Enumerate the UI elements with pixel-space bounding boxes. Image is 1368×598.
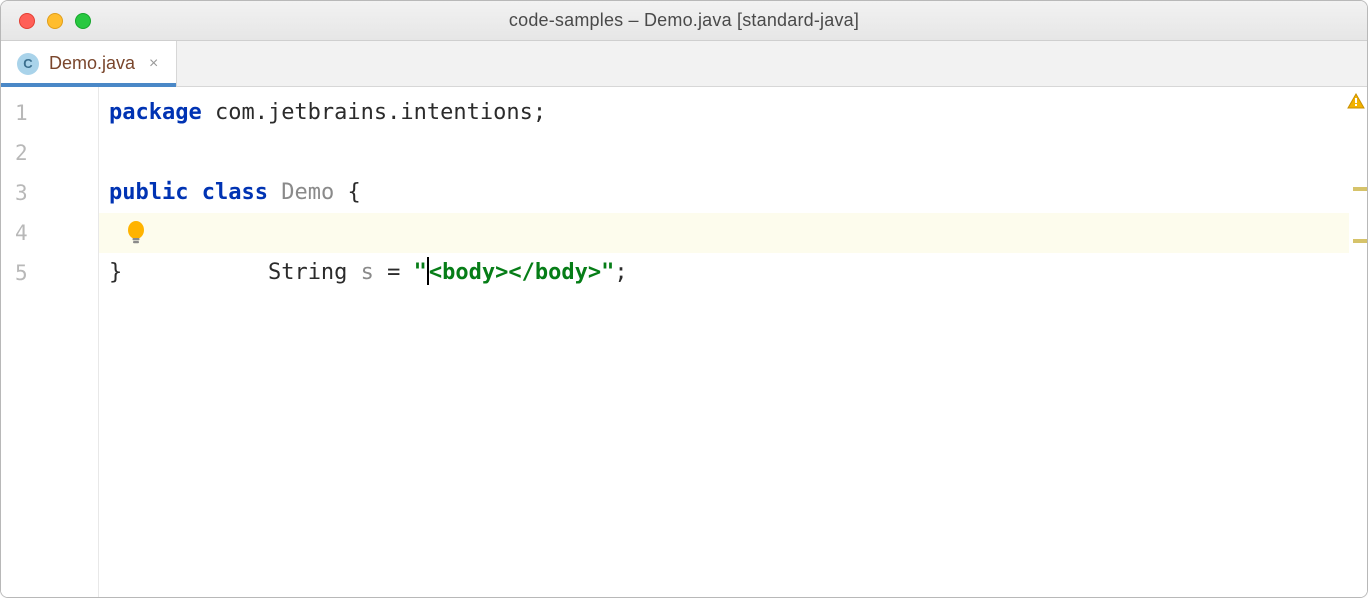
line-number[interactable]: 4 bbox=[1, 213, 98, 253]
warning-stripe[interactable] bbox=[1353, 187, 1367, 191]
code-line[interactable]: public class Demo { bbox=[99, 173, 1349, 213]
tab-label: Demo.java bbox=[49, 53, 135, 74]
code-line[interactable]: } bbox=[99, 253, 1349, 293]
warning-indicator-icon[interactable] bbox=[1347, 93, 1365, 109]
code-line-current[interactable]: String s = "<body></body>"; bbox=[99, 213, 1349, 253]
editor-tab-bar: C Demo.java × bbox=[1, 41, 1367, 87]
editor-area: 1 2 3 4 5 package com.jetbrains.intentio… bbox=[1, 87, 1367, 597]
warning-stripe[interactable] bbox=[1353, 239, 1367, 243]
line-number[interactable]: 5 bbox=[1, 253, 98, 293]
line-number[interactable]: 1 bbox=[1, 93, 98, 133]
keyword-package: package bbox=[109, 100, 202, 125]
class-name: Demo bbox=[268, 180, 334, 205]
code-editor[interactable]: package com.jetbrains.intentions; public… bbox=[99, 87, 1349, 597]
ide-window: code-samples – Demo.java [standard-java]… bbox=[0, 0, 1368, 598]
titlebar: code-samples – Demo.java [standard-java] bbox=[1, 1, 1367, 41]
line-number[interactable]: 2 bbox=[1, 133, 98, 173]
zoom-window-button[interactable] bbox=[75, 13, 91, 29]
minimize-window-button[interactable] bbox=[47, 13, 63, 29]
line-number[interactable]: 3 bbox=[1, 173, 98, 213]
window-controls bbox=[19, 13, 91, 29]
tab-demo-java[interactable]: C Demo.java × bbox=[1, 41, 177, 86]
java-class-icon: C bbox=[17, 53, 39, 75]
code-line[interactable] bbox=[99, 133, 1349, 173]
window-title: code-samples – Demo.java [standard-java] bbox=[1, 10, 1367, 31]
close-window-button[interactable] bbox=[19, 13, 35, 29]
error-stripe[interactable] bbox=[1349, 87, 1367, 597]
package-path: com.jetbrains.intentions bbox=[202, 100, 533, 125]
close-brace: } bbox=[109, 260, 122, 285]
open-brace: { bbox=[334, 180, 361, 205]
close-tab-button[interactable]: × bbox=[145, 55, 162, 73]
line-number-gutter: 1 2 3 4 5 bbox=[1, 87, 99, 597]
intention-bulb-icon[interactable] bbox=[125, 140, 257, 326]
code-line[interactable]: package com.jetbrains.intentions; bbox=[99, 93, 1349, 133]
semicolon: ; bbox=[533, 100, 546, 125]
